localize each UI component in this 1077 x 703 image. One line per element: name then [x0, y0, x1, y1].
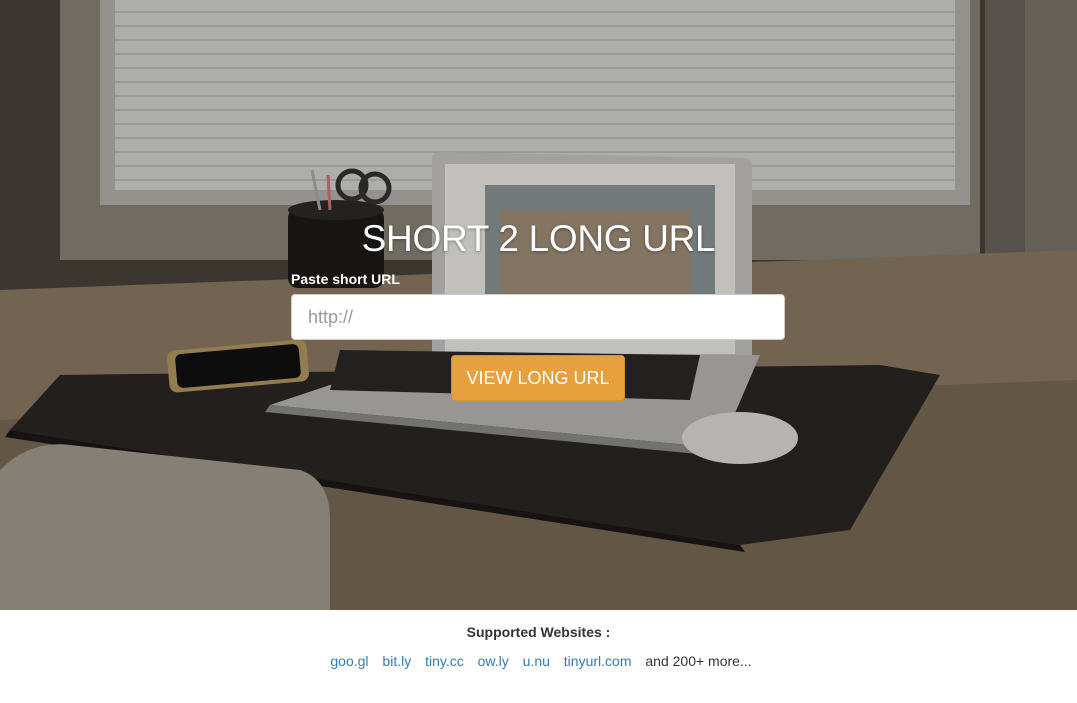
input-label: Paste short URL: [291, 271, 400, 287]
site-link-googl[interactable]: goo.gl: [330, 653, 368, 669]
supported-websites-heading: Supported Websites :: [466, 624, 611, 640]
site-link-tinycc[interactable]: tiny.cc: [425, 653, 464, 669]
hero-section: SHORT 2 LONG URL Paste short URL VIEW LO…: [0, 0, 1077, 610]
site-link-tinyurl[interactable]: tinyurl.com: [564, 653, 632, 669]
url-form: SHORT 2 LONG URL Paste short URL VIEW LO…: [0, 0, 1077, 610]
view-long-url-button[interactable]: VIEW LONG URL: [451, 355, 625, 401]
page-title: SHORT 2 LONG URL: [361, 218, 716, 259]
short-url-input[interactable]: [291, 294, 785, 340]
site-link-owly[interactable]: ow.ly: [478, 653, 509, 669]
site-link-unu[interactable]: u.nu: [523, 653, 550, 669]
more-sites-text: and 200+ more...: [645, 653, 752, 669]
supported-sites-list: goo.gl bit.ly tiny.cc ow.ly u.nu tinyurl…: [0, 653, 1077, 669]
footer: Supported Websites : goo.gl bit.ly tiny.…: [0, 610, 1077, 703]
site-link-bitly[interactable]: bit.ly: [382, 653, 411, 669]
